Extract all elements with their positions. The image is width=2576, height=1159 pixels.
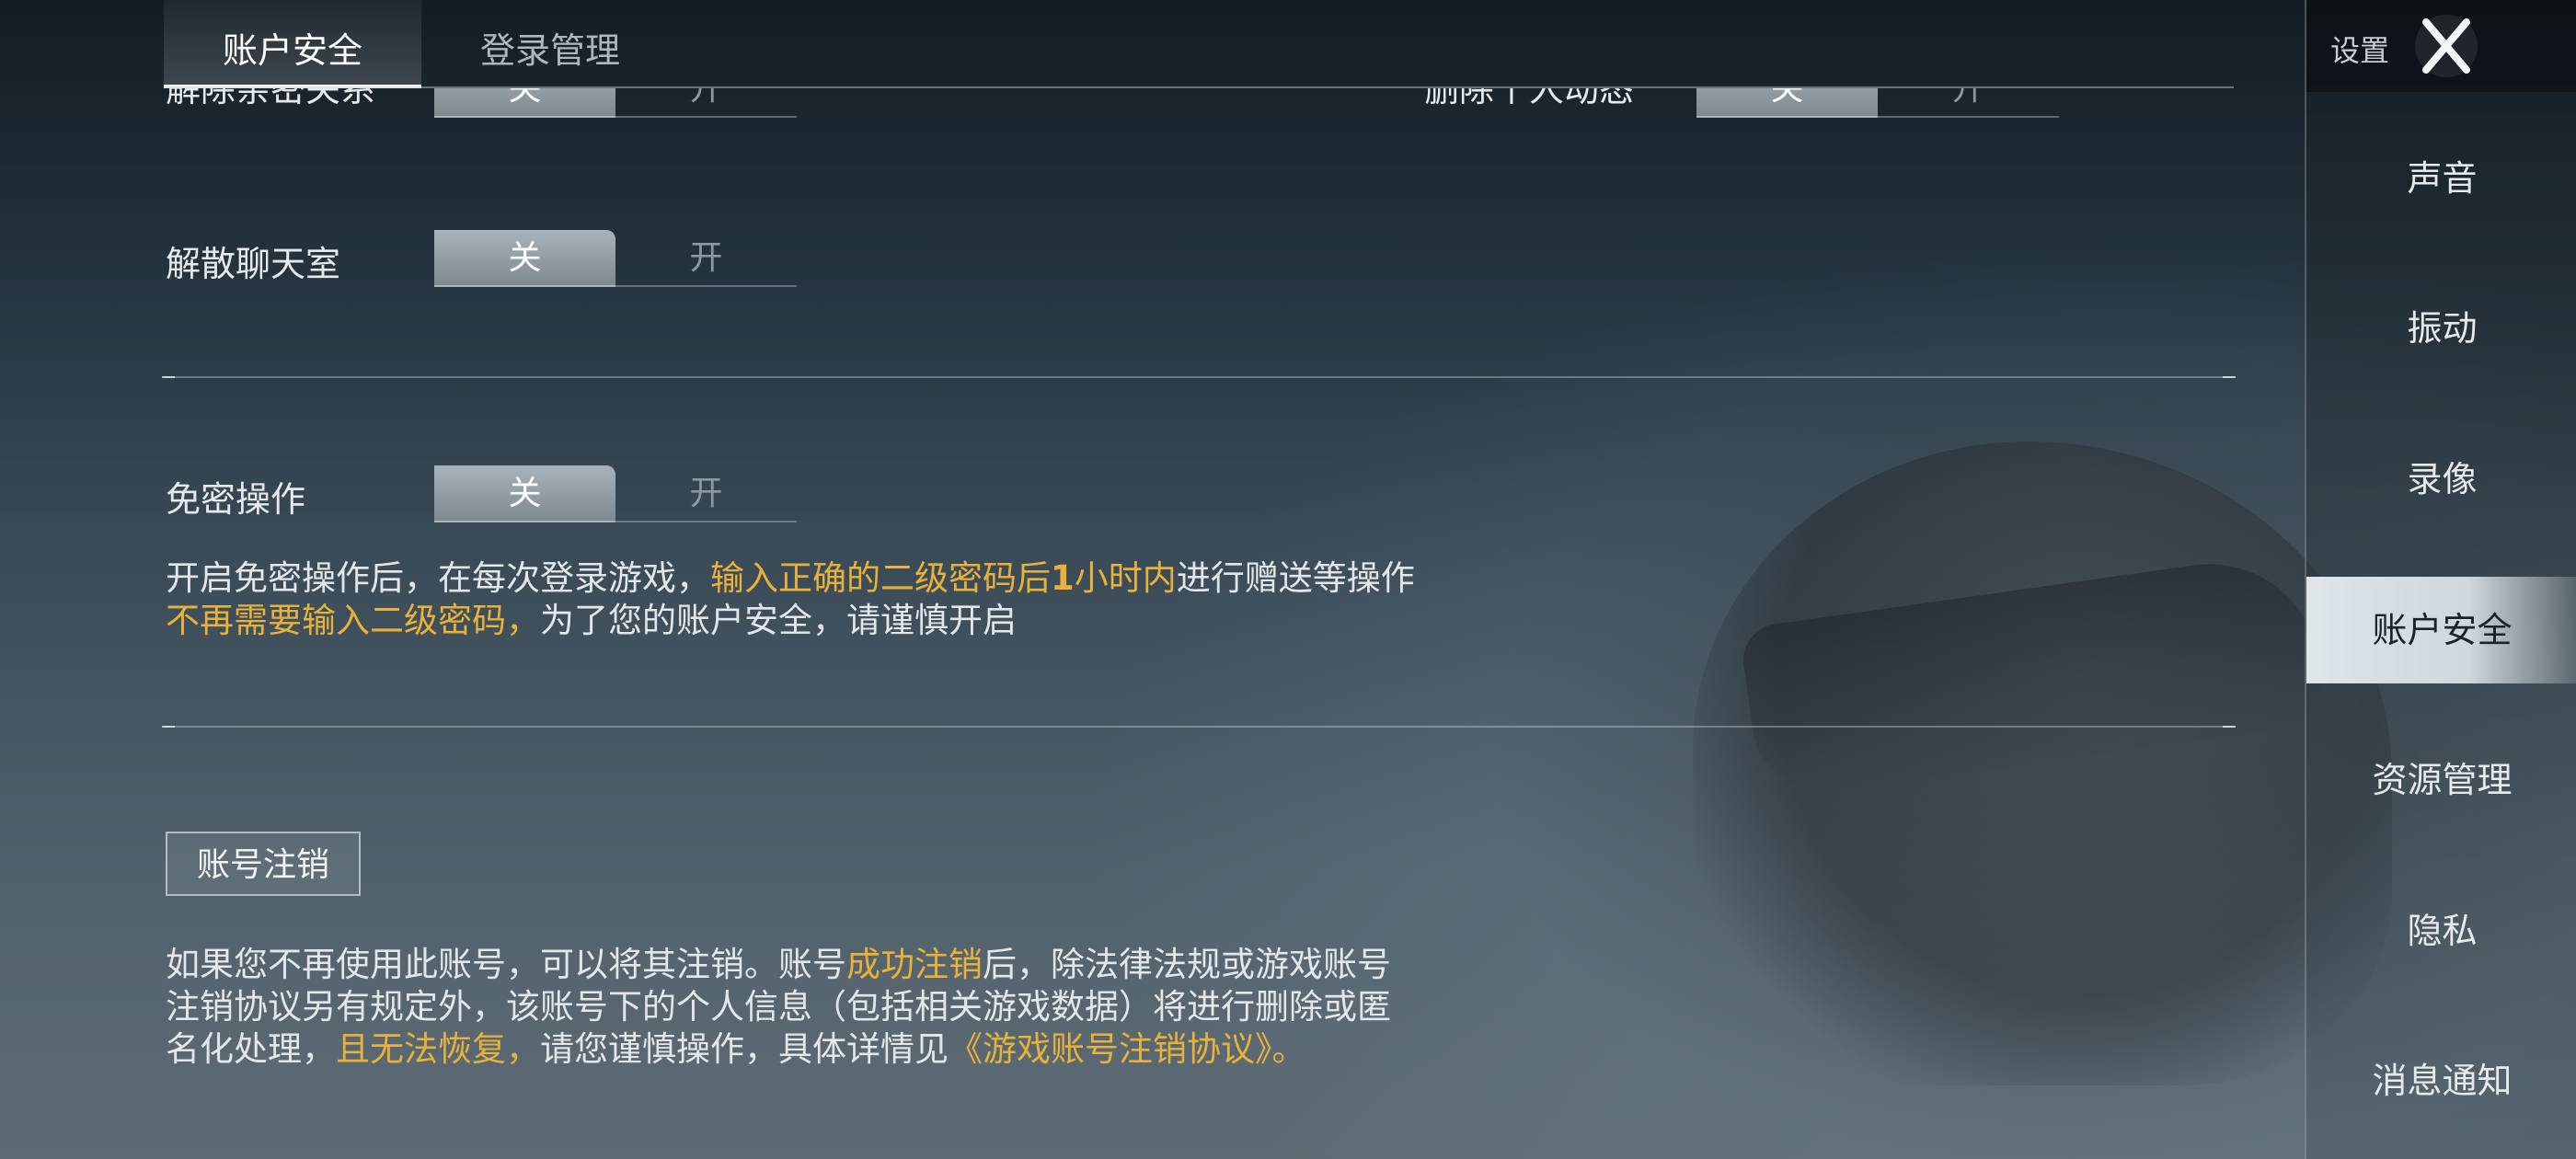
- highlight-text: 且无法恢复，: [336, 1029, 540, 1069]
- password-free-label: 免密操作: [166, 479, 306, 520]
- toggle-on-option[interactable]: 开: [615, 230, 797, 287]
- password-free-description: 开启免密操作后，在每次登录游戏，输入正确的二级密码后1小时内进行赠送等操作 不再…: [166, 557, 1415, 642]
- toggle-off-option[interactable]: 关: [434, 465, 615, 522]
- close-x-icon: [2415, 15, 2478, 77]
- settings-title: 设置: [2330, 33, 2390, 68]
- highlight-text: 小时内: [1074, 558, 1177, 598]
- sidebar-item-sound[interactable]: 声音: [2306, 125, 2576, 232]
- password-free-toggle[interactable]: 关 开: [434, 465, 797, 522]
- sidebar-item-notifications[interactable]: 消息通知: [2306, 1027, 2576, 1134]
- highlight-text: 输入正确的二级密码后: [710, 558, 1051, 598]
- toggle-on-option[interactable]: 开: [1878, 88, 2059, 118]
- clipped-left-label: 解除亲密关系: [166, 88, 376, 109]
- description-line-2: 不再需要输入二级密码，为了您的账户安全，请谨慎开启: [166, 600, 1415, 642]
- tab-login-management[interactable]: 登录管理: [421, 0, 679, 88]
- text: 后，除法律法规或游戏账号: [983, 945, 1391, 984]
- description-line-3: 名化处理，且无法恢复，请您谨慎操作，具体详情见《游戏账号注销协议》。: [166, 1028, 1391, 1071]
- text: 为了您的账户安全，请谨慎开启: [540, 601, 1017, 640]
- description-line-1: 如果您不再使用此账号，可以将其注销。账号成功注销后，除法律法规或游戏账号: [166, 944, 1391, 986]
- text: 名化处理，: [166, 1029, 336, 1069]
- toggle-off-option[interactable]: 关: [434, 230, 615, 287]
- toggle-on-option[interactable]: 开: [615, 465, 797, 522]
- sidebar-header: 设置: [2306, 0, 2576, 92]
- clipped-left-toggle[interactable]: 关 开: [434, 88, 797, 118]
- section-divider: [162, 376, 2236, 378]
- toggle-off-option[interactable]: 关: [1696, 88, 1878, 118]
- sidebar-item-privacy[interactable]: 隐私: [2306, 878, 2576, 984]
- highlight-number: 1: [1051, 558, 1075, 598]
- text: 请您谨慎操作，具体详情见: [540, 1029, 949, 1069]
- highlight-text: 成功注销: [846, 945, 983, 984]
- description-line-1: 开启免密操作后，在每次登录游戏，输入正确的二级密码后1小时内进行赠送等操作: [166, 557, 1415, 600]
- description-line-2: 注销协议另有规定外，该账号下的个人信息（包括相关游戏数据）将进行删除或匿: [166, 987, 1391, 1027]
- toggle-on-option[interactable]: 开: [615, 88, 797, 118]
- clipped-settings-row: 解除亲密关系 关 开 删除个人动态 关 开: [0, 88, 2300, 125]
- settings-sidebar: 设置 声音 振动 录像 账户安全 资源管理 隐私 消息通知: [2305, 0, 2576, 1159]
- text: 进行赠送等操作: [1176, 558, 1415, 598]
- section-divider: [162, 726, 2236, 728]
- clipped-right-label: 删除个人动态: [1424, 88, 1635, 109]
- text: 如果您不再使用此账号，可以将其注销。账号: [166, 945, 846, 984]
- tab-bar: 账户安全 登录管理: [164, 0, 679, 88]
- sidebar-item-account-security[interactable]: 账户安全: [2306, 577, 2576, 683]
- sidebar-item-resource-management[interactable]: 资源管理: [2306, 727, 2576, 833]
- clipped-right-toggle[interactable]: 关 开: [1696, 88, 2059, 118]
- sidebar-item-vibration[interactable]: 振动: [2306, 275, 2576, 382]
- dissolve-chatroom-label: 解散聊天室: [166, 244, 341, 284]
- toggle-off-option[interactable]: 关: [434, 88, 615, 118]
- dissolve-chatroom-toggle[interactable]: 关 开: [434, 230, 797, 287]
- sidebar-item-recording[interactable]: 录像: [2306, 426, 2576, 533]
- account-cancel-description: 如果您不再使用此账号，可以将其注销。账号成功注销后，除法律法规或游戏账号 注销协…: [166, 944, 1391, 1071]
- text: 开启免密操作后，在每次登录游戏，: [166, 558, 710, 598]
- account-cancel-button[interactable]: 账号注销: [166, 832, 361, 896]
- cancel-agreement-link[interactable]: 《游戏账号注销协议》。: [949, 1029, 1306, 1069]
- tab-account-security[interactable]: 账户安全: [164, 0, 422, 88]
- highlight-text: 不再需要输入二级密码，: [166, 601, 540, 640]
- close-icon[interactable]: [2408, 7, 2485, 85]
